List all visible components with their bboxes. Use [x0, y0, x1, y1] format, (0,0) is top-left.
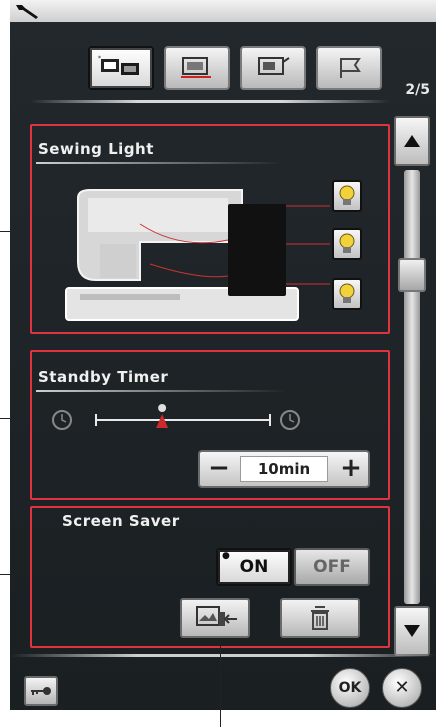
- arrow-down-icon: [404, 625, 420, 637]
- tab-display-settings[interactable]: [240, 46, 306, 90]
- display-settings-icon: [258, 57, 290, 75]
- key-icon: [31, 687, 51, 695]
- footer-divider: [10, 654, 436, 657]
- header-divider: [30, 100, 390, 103]
- slider-handle[interactable]: [156, 404, 169, 428]
- language-flag-icon: [340, 58, 361, 78]
- bulb-icon: [339, 185, 355, 205]
- page-indicator: 2/5: [405, 82, 430, 98]
- settings-tabs: *: [88, 46, 388, 92]
- sewing-light-top-button[interactable]: [332, 180, 362, 212]
- trash-icon: [311, 606, 329, 630]
- screen-saver-off-button[interactable]: OFF: [294, 548, 370, 586]
- settings-screen: * 2/5 Sewing Light Standby Timer − 10min…: [10, 0, 436, 710]
- scroll-down-button[interactable]: [394, 606, 430, 656]
- scroll-track[interactable]: [404, 170, 420, 604]
- callout-line-import-button: [220, 640, 221, 727]
- timer-value: 10min: [240, 456, 328, 482]
- arrow-up-icon: [404, 135, 420, 147]
- timer-decrease-button[interactable]: −: [202, 452, 236, 486]
- lock-key-button[interactable]: [24, 676, 58, 706]
- screen-saver-on-label: ON: [239, 557, 269, 577]
- delete-screen-saver-button[interactable]: [280, 598, 360, 638]
- tab-machine-settings[interactable]: *: [88, 46, 154, 90]
- screen-saver-on-button[interactable]: ● ON: [216, 548, 292, 586]
- sewing-light-underline: [36, 162, 282, 164]
- machine-settings-icon: *: [98, 55, 139, 75]
- title-bar: [10, 0, 436, 22]
- scroll-thumb[interactable]: [398, 258, 426, 292]
- import-image-icon: [196, 606, 237, 626]
- standby-timer-underline: [36, 390, 286, 392]
- sewing-machine-illustration: [65, 189, 330, 321]
- import-screen-saver-button[interactable]: [180, 598, 250, 638]
- wrench-icon: [16, 5, 38, 19]
- sewing-light-middle-button[interactable]: [332, 228, 362, 260]
- close-button[interactable]: ✕: [382, 668, 422, 708]
- bulb-icon: [339, 283, 355, 303]
- timer-increase-button[interactable]: +: [334, 452, 368, 486]
- sewing-light-bottom-button[interactable]: [332, 278, 362, 310]
- screen-saver-title: Screen Saver: [62, 512, 180, 530]
- tab-language-settings[interactable]: [316, 46, 382, 90]
- standby-timer-slider[interactable]: [50, 400, 310, 444]
- standby-timer-stepper: − 10min +: [198, 450, 370, 488]
- ok-button[interactable]: OK: [330, 668, 370, 708]
- tab-embroidery-settings[interactable]: [164, 46, 230, 90]
- standby-timer-title: Standby Timer: [38, 368, 169, 386]
- bulb-icon: [339, 233, 355, 253]
- sewing-light-title: Sewing Light: [38, 140, 154, 158]
- vertical-scrollbar[interactable]: [394, 116, 430, 656]
- embroidery-settings-icon: [181, 57, 211, 78]
- selected-marker-icon: ●: [222, 551, 230, 561]
- scroll-up-button[interactable]: [394, 116, 430, 166]
- svg-text:*: *: [98, 55, 101, 62]
